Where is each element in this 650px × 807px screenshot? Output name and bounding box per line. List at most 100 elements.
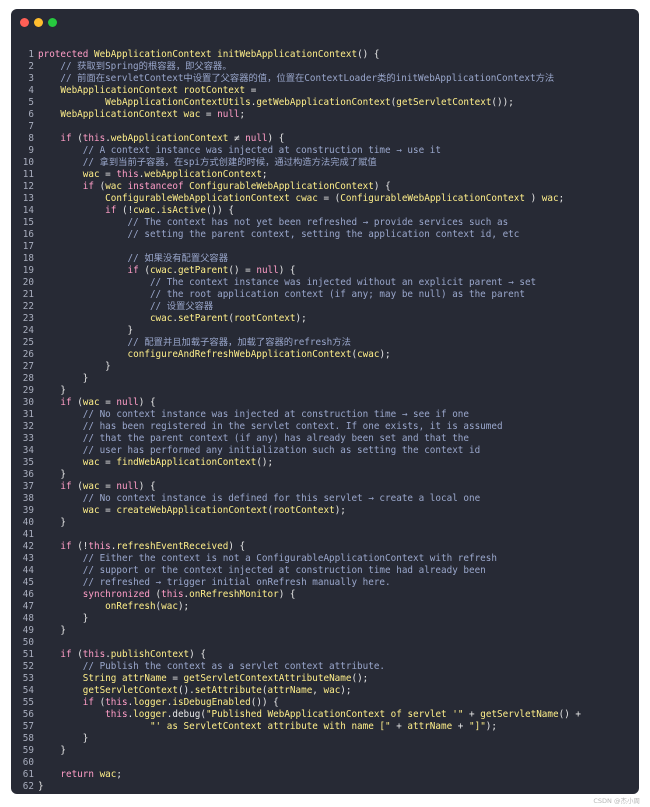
code-token: if bbox=[38, 265, 145, 276]
line-number: 32 bbox=[22, 421, 34, 432]
code-token: if bbox=[38, 541, 78, 552]
code-token: (! bbox=[77, 541, 89, 552]
code-text: if (!this.refreshEventReceived) { bbox=[38, 541, 245, 553]
code-text: // The context instance was injected wit… bbox=[38, 277, 536, 289]
code-token: "' as ServletContext attribute with name… bbox=[38, 721, 391, 732]
code-token: (); bbox=[256, 457, 274, 468]
minimize-window-button[interactable] bbox=[34, 18, 43, 27]
code-token: this bbox=[161, 589, 184, 600]
code-token: null bbox=[116, 481, 139, 492]
code-token: = bbox=[99, 169, 117, 180]
line-number: 41 bbox=[22, 529, 34, 540]
code-text: if (wac instanceof ConfigurableWebApplic… bbox=[38, 181, 391, 193]
code-text: wac = createWebApplicationContext(rootCo… bbox=[38, 505, 346, 517]
line-number: 48 bbox=[22, 613, 34, 624]
code-token: wac bbox=[105, 181, 128, 192]
code-token: onRefreshMonitor bbox=[189, 589, 279, 600]
code-token: } bbox=[38, 517, 66, 528]
code-token: // No context instance is defined for th… bbox=[38, 493, 481, 504]
code-token: + bbox=[390, 721, 408, 732]
code-token: if bbox=[38, 697, 100, 708]
code-text: // No context instance was injected at c… bbox=[38, 409, 469, 421]
code-text: if (wac = null) { bbox=[38, 397, 155, 409]
code-token: cwac bbox=[149, 265, 173, 276]
code-text: } bbox=[38, 469, 66, 481]
code-text: onRefresh(wac); bbox=[38, 601, 189, 613]
code-text: // The context has not yet been refreshe… bbox=[38, 217, 509, 229]
code-token: } bbox=[38, 325, 134, 336]
code-token: this bbox=[88, 541, 111, 552]
code-token: rootContext bbox=[233, 313, 296, 324]
code-token: } bbox=[38, 469, 66, 480]
line-number: 15 bbox=[22, 217, 34, 228]
code-line: 33 // that the parent context (if any) h… bbox=[11, 433, 639, 445]
code-token: } bbox=[38, 373, 89, 384]
code-token: + bbox=[452, 721, 469, 732]
code-token: } bbox=[38, 733, 89, 744]
code-text: // setting the parent context, setting t… bbox=[38, 229, 520, 241]
code-token: wac bbox=[323, 685, 341, 696]
line-number: 59 bbox=[22, 745, 34, 756]
code-token: // user has performed any initialization… bbox=[38, 445, 481, 456]
code-text: // support or the context injected at co… bbox=[38, 565, 486, 577]
line-number: 25 bbox=[22, 337, 34, 348]
line-number: 50 bbox=[22, 637, 34, 648]
code-token: ); bbox=[334, 505, 346, 516]
code-line: 52 // Publish the context as a servlet c… bbox=[11, 661, 639, 673]
code-line: 53 String attrName = getServletContextAt… bbox=[11, 673, 639, 685]
code-text: } bbox=[38, 385, 66, 397]
line-number: 21 bbox=[22, 289, 34, 300]
line-number: 18 bbox=[22, 253, 34, 264]
close-window-button[interactable] bbox=[20, 18, 29, 27]
code-text: // 如果没有配置父容器 bbox=[38, 253, 228, 265]
code-token: // 前面在servletContext中设置了父容器的值，位置在Context… bbox=[38, 73, 555, 84]
code-token: publishContext bbox=[110, 649, 190, 660]
line-number: 9 bbox=[28, 145, 34, 156]
code-text: // has been registered in the servlet co… bbox=[38, 421, 503, 433]
code-token: WebApplicationContextUtils bbox=[38, 97, 251, 108]
code-token: if bbox=[38, 397, 78, 408]
maximize-window-button[interactable] bbox=[48, 18, 57, 27]
code-line: 54 getServletContext().setAttribute(attr… bbox=[11, 685, 639, 697]
code-text: // 拿到当前子容器，在spi方式创建的时候，通过构造方法完成了赋值 bbox=[38, 157, 377, 169]
code-token: ()) { bbox=[250, 697, 279, 708]
code-text: // that the parent context (if any) has … bbox=[38, 433, 469, 445]
code-text: if (this.logger.isDebugEnabled()) { bbox=[38, 697, 279, 709]
code-line: 13 ConfigurableWebApplicationContext cwa… bbox=[11, 193, 639, 205]
code-token: ); bbox=[177, 601, 190, 612]
code-line: 35 wac = findWebApplicationContext(); bbox=[11, 457, 639, 469]
code-line: 57 "' as ServletContext attribute with n… bbox=[11, 721, 639, 733]
code-text: if (cwac.getParent() = null) { bbox=[38, 265, 296, 277]
code-token: ≠ bbox=[228, 133, 246, 144]
line-number: 24 bbox=[22, 325, 34, 336]
code-text: protected WebApplicationContext initWebA… bbox=[38, 49, 379, 61]
code-token: ConfigurableWebApplicationContext bbox=[189, 181, 374, 192]
line-number: 5 bbox=[28, 97, 34, 108]
code-token: () = bbox=[228, 265, 257, 276]
code-line: 21 // the root application context (if a… bbox=[11, 289, 639, 301]
code-token: this bbox=[105, 697, 128, 708]
line-number: 28 bbox=[22, 373, 34, 384]
code-text: } bbox=[38, 517, 66, 529]
code-token: } bbox=[38, 781, 44, 792]
code-token: onRefresh bbox=[38, 601, 156, 612]
code-line: 48 } bbox=[11, 613, 639, 625]
line-number: 26 bbox=[22, 349, 34, 360]
code-token: = bbox=[200, 109, 218, 120]
code-token: WebApplicationContext initWebApplication… bbox=[93, 49, 358, 60]
code-token: = bbox=[99, 481, 117, 492]
code-line: 20 // The context instance was injected … bbox=[11, 277, 639, 289]
code-line: 55 if (this.logger.isDebugEnabled()) { bbox=[11, 697, 639, 709]
code-line: 30 if (wac = null) { bbox=[11, 397, 639, 409]
code-token: "]" bbox=[469, 721, 486, 732]
code-token: () + bbox=[558, 709, 581, 720]
code-token: ) { bbox=[373, 181, 391, 192]
code-token: configureAndRefreshWebApplicationContext bbox=[38, 349, 352, 360]
code-text: ConfigurableWebApplicationContext cwac =… bbox=[38, 193, 564, 205]
code-line: 2 // 获取到Spring的根容器，即父容器。 bbox=[11, 61, 639, 73]
code-token: synchronized bbox=[38, 589, 156, 600]
code-token: wac bbox=[161, 601, 178, 612]
line-number: 43 bbox=[22, 553, 34, 564]
code-token: getWebApplicationContext bbox=[256, 97, 391, 108]
code-token: ConfigurableWebApplicationContext bbox=[340, 193, 525, 204]
